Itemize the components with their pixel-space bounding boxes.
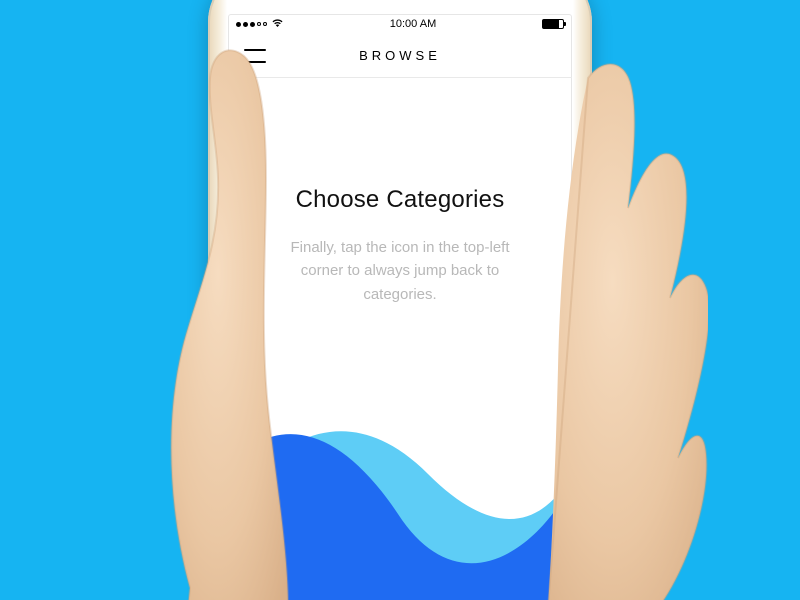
signal-strength-icon <box>236 22 267 27</box>
status-right <box>542 19 564 29</box>
onboarding-body: Finally, tap the icon in the top-left co… <box>275 236 525 306</box>
status-bar: 10:00 AM <box>228 14 572 34</box>
onboarding-content: Choose Categories Finally, tap the icon … <box>228 78 572 600</box>
phone-screen: 10:00 AM BROWSE Choose Categories Finall… <box>228 14 572 600</box>
onboarding-heading: Choose Categories <box>296 186 505 214</box>
wifi-icon <box>271 18 284 31</box>
nav-bar: BROWSE <box>228 34 572 78</box>
menu-icon[interactable] <box>244 49 266 63</box>
wave-illustration <box>228 364 572 600</box>
status-left <box>236 18 284 31</box>
battery-icon <box>542 19 564 29</box>
phone-frame: 10:00 AM BROWSE Choose Categories Finall… <box>208 0 592 600</box>
nav-title: BROWSE <box>228 48 572 63</box>
status-time: 10:00 AM <box>390 18 436 30</box>
